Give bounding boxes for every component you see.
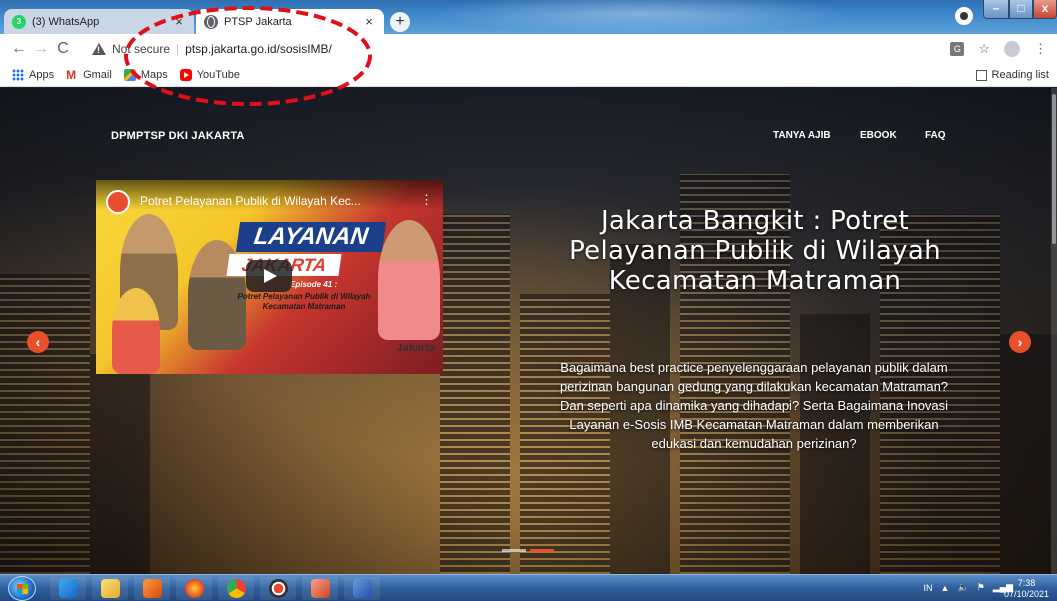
- apps-grid-icon: [12, 69, 24, 81]
- media-player-icon: [143, 579, 162, 598]
- file-explorer-taskbar-button[interactable]: [92, 577, 128, 600]
- divider: |: [176, 42, 180, 56]
- address-bar[interactable]: Not secure | ptsp.jakarta.go.id/sosisIMB…: [92, 39, 937, 59]
- carousel-indicator[interactable]: [530, 549, 554, 552]
- browser-tab-strip: (3) WhatsApp × PTSP Jakarta × + – □ x: [0, 0, 1057, 34]
- close-tab-icon[interactable]: ×: [172, 14, 186, 29]
- video-subtitle: Potret Pelayanan Publik di Wilayah Kecam…: [237, 292, 371, 311]
- carousel-indicator[interactable]: [502, 549, 526, 552]
- video-person: [378, 220, 440, 340]
- bookmark-youtube[interactable]: YouTube: [179, 69, 240, 81]
- nav-tanya-ajib[interactable]: TANYA AJIB: [773, 130, 831, 141]
- record-app-icon: [269, 579, 288, 598]
- internet-explorer-taskbar-button[interactable]: [50, 577, 86, 600]
- tab-ptsp-jakarta[interactable]: PTSP Jakarta ×: [196, 9, 384, 34]
- globe-icon: [204, 14, 218, 29]
- url-text[interactable]: ptsp.jakarta.go.id/sosisIMB/: [185, 42, 332, 56]
- close-tab-icon[interactable]: ×: [362, 14, 376, 29]
- menu-kebab-icon[interactable]: ⋮: [1034, 41, 1047, 57]
- extension-icon[interactable]: [955, 7, 973, 25]
- flag-icon[interactable]: ⚑: [977, 582, 985, 593]
- carousel-next-icon[interactable]: ›: [1009, 331, 1031, 353]
- close-window-button[interactable]: x: [1033, 0, 1057, 19]
- reading-list-icon: [975, 69, 987, 81]
- minimize-button[interactable]: –: [983, 0, 1009, 19]
- record-app-taskbar-button[interactable]: [260, 577, 296, 600]
- slide-headline: Jakarta Bangkit : Potret Pelayanan Publi…: [569, 206, 941, 296]
- video-episode: Episode 41 :: [290, 280, 338, 289]
- tab-whatsapp[interactable]: (3) WhatsApp ×: [4, 9, 194, 34]
- reading-list-button[interactable]: Reading list: [975, 69, 1049, 81]
- bookmark-maps[interactable]: Maps: [123, 69, 168, 81]
- tray-expand-icon[interactable]: ▲: [941, 583, 950, 593]
- back-arrow-icon[interactable]: ←: [8, 40, 30, 58]
- word-taskbar-button[interactable]: [344, 577, 380, 600]
- powerpoint-taskbar-button[interactable]: [302, 577, 338, 600]
- nav-faq[interactable]: FAQ: [925, 130, 946, 141]
- translate-icon[interactable]: G: [950, 42, 965, 56]
- site-brand[interactable]: DPMPTSP DKI JAKARTA: [111, 130, 245, 142]
- screenshot-root: (3) WhatsApp × PTSP Jakarta × + – □ x ← …: [0, 0, 1057, 601]
- slide-description: Bagaimana best practice penyelenggaraan …: [559, 360, 949, 451]
- tab-title: PTSP Jakarta: [224, 15, 292, 28]
- whatsapp-icon: [12, 14, 26, 29]
- hero-section: DPMPTSP DKI JAKARTA TANYA AJIB EBOOK FAQ…: [0, 88, 1057, 574]
- powerpoint-icon: [311, 579, 330, 598]
- browser-toolbar: ← → C Not secure | ptsp.jakarta.go.id/so…: [0, 34, 1057, 64]
- word-icon: [353, 579, 372, 598]
- windows-taskbar: IN ▲ 🔈 ⚑ ▂▄▆ 7:38 07/10/2021: [0, 574, 1057, 601]
- embedded-video[interactable]: LAYANAN JAKARTA Episode 41 : Potret Pela…: [96, 180, 443, 374]
- reload-icon[interactable]: C: [52, 40, 74, 58]
- language-indicator[interactable]: IN: [924, 583, 933, 593]
- start-button-icon[interactable]: [8, 576, 36, 601]
- star-icon[interactable]: ☆: [978, 41, 990, 57]
- carousel-prev-icon[interactable]: ‹: [27, 331, 49, 353]
- internet-explorer-icon: [59, 579, 78, 598]
- titlebar-glow: [430, 0, 850, 34]
- chrome-taskbar-button[interactable]: [218, 577, 254, 600]
- clock-date: 07/10/2021: [1003, 589, 1049, 599]
- forward-arrow-icon[interactable]: →: [30, 40, 52, 58]
- video-title[interactable]: Potret Pelayanan Publik di Wilayah Kec..…: [140, 194, 361, 208]
- jakarta-logo: Jakarta: [396, 342, 435, 354]
- bookmark-apps[interactable]: Apps: [12, 69, 54, 81]
- bookmark-label: YouTube: [196, 69, 240, 81]
- channel-avatar-icon[interactable]: [106, 190, 130, 214]
- video-person: [112, 288, 160, 374]
- play-button-icon[interactable]: [246, 260, 292, 292]
- firefox-icon: [185, 579, 204, 598]
- firefox-taskbar-button[interactable]: [176, 577, 212, 600]
- bookmark-label: Gmail: [83, 69, 112, 81]
- youtube-icon: [179, 69, 192, 81]
- chrome-icon: [227, 579, 246, 598]
- clock-time: 7:38: [1017, 578, 1036, 588]
- bookmark-gmail[interactable]: M Gmail: [66, 69, 112, 81]
- reading-list-label: Reading list: [991, 69, 1049, 81]
- maps-icon: [123, 69, 136, 81]
- security-label[interactable]: Not secure: [112, 42, 170, 56]
- new-tab-button[interactable]: +: [390, 12, 410, 32]
- video-menu-icon[interactable]: ⋮: [420, 192, 433, 208]
- gmail-icon: M: [66, 68, 77, 82]
- warning-icon[interactable]: [92, 43, 106, 55]
- system-tray: IN ▲ 🔈 ⚑ ▂▄▆: [924, 582, 1013, 593]
- clock[interactable]: 7:38 07/10/2021: [1004, 578, 1049, 600]
- nav-ebook[interactable]: EBOOK: [860, 130, 897, 141]
- bookmarks-bar: Apps M Gmail Maps YouTube Reading list: [0, 64, 1057, 87]
- video-banner-top: LAYANAN: [235, 222, 387, 252]
- bookmark-label: Maps: [140, 69, 168, 81]
- carousel-indicators: [502, 549, 554, 552]
- toolbar-actions: G ☆ ⋮: [950, 41, 1047, 57]
- media-player-taskbar-button[interactable]: [134, 577, 170, 600]
- tab-title: (3) WhatsApp: [32, 15, 100, 28]
- page-scrollbar[interactable]: [1051, 88, 1057, 574]
- profile-icon[interactable]: [1004, 41, 1020, 57]
- maximize-button[interactable]: □: [1009, 0, 1033, 19]
- file-explorer-icon: [101, 579, 120, 598]
- bookmark-label: Apps: [29, 69, 55, 81]
- volume-icon[interactable]: 🔈: [957, 582, 968, 593]
